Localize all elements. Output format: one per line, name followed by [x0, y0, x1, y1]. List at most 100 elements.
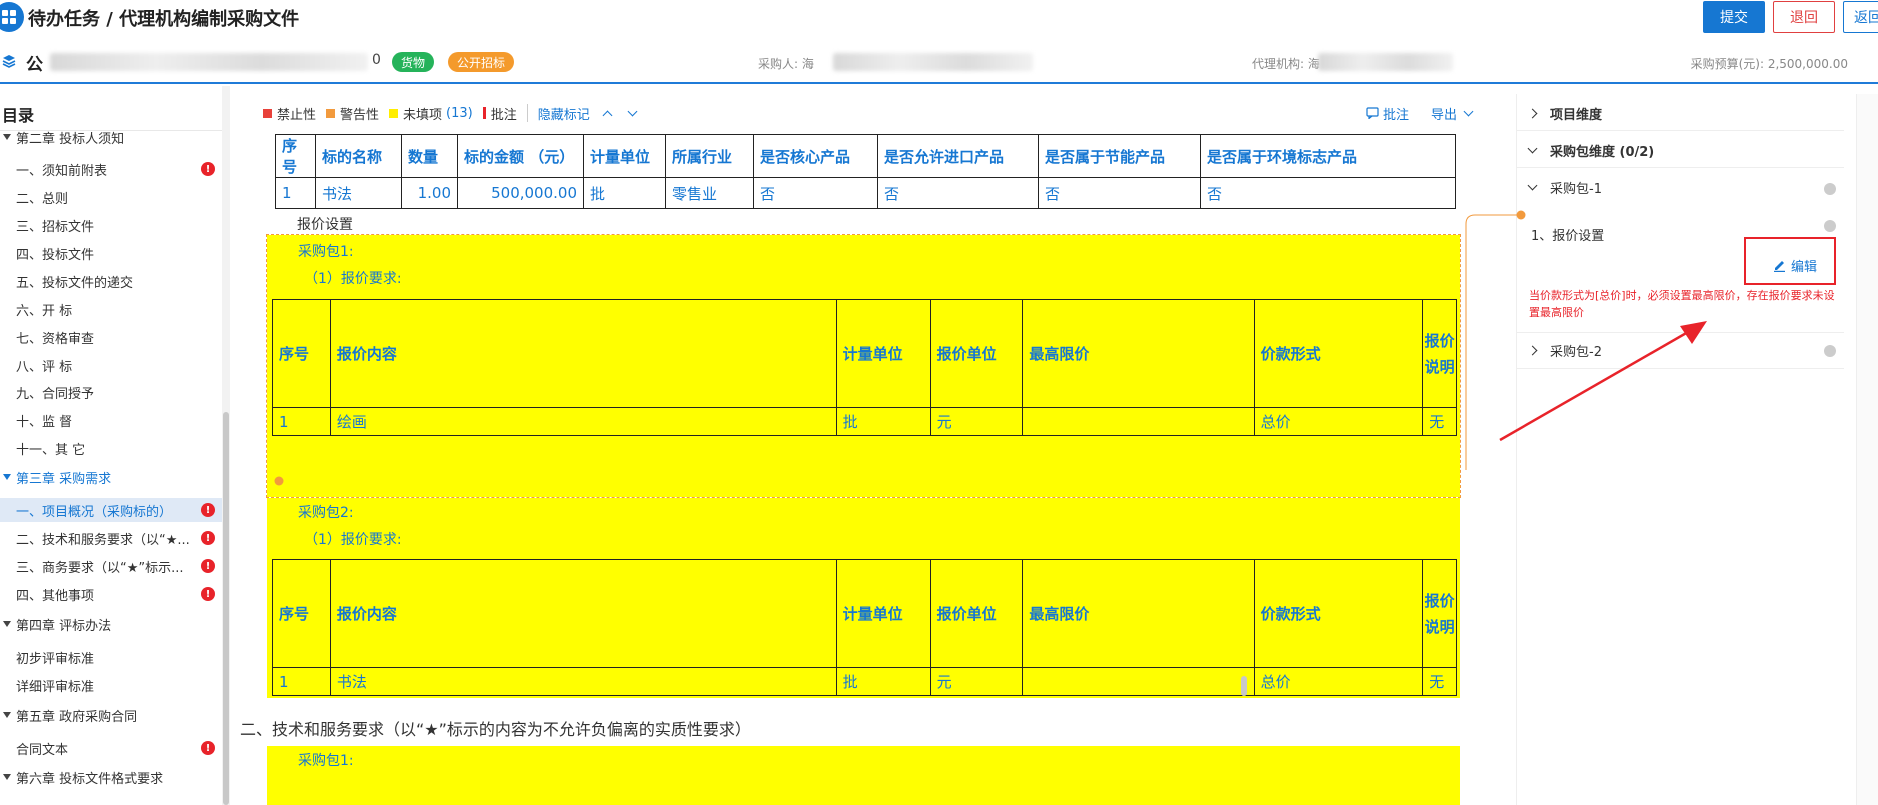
project-info-bar: 公 0 货物 公开招标 采购人: 海 代理机构: 海 采购预算(元): 2,50…	[0, 40, 1878, 84]
table-cell[interactable]: 元	[929, 667, 1024, 696]
toc-chapter[interactable]: 第四章 评标办法	[0, 612, 222, 636]
table-cell[interactable]: 零售业	[665, 177, 754, 209]
table-cell[interactable]: 元	[929, 407, 1024, 436]
toc-chapter[interactable]: 第二章 投标人须知	[0, 125, 222, 149]
package-dimension-toggle[interactable]: 采购包维度 (0/2)	[1527, 139, 1655, 161]
status-dot	[1824, 345, 1836, 357]
legend-item: 禁止性	[263, 104, 316, 123]
sidebar-scroll-thumb[interactable]	[223, 412, 229, 805]
table-row[interactable]: 1 绘画批元 总价无	[272, 407, 1457, 436]
table-cell[interactable]: 总价	[1253, 407, 1424, 436]
toc-item[interactable]: 十、监 督	[0, 408, 222, 432]
chevron-down-icon	[1527, 180, 1538, 190]
legend-swatch	[263, 108, 272, 118]
table-cell[interactable]: 书法	[329, 667, 837, 696]
toc-chapter[interactable]: 第六章 投标文件格式要求	[0, 765, 222, 789]
toc-item[interactable]: 四、其他事项!	[0, 582, 222, 606]
table-cell[interactable]: 1	[272, 667, 331, 696]
toc-item-label: 四、投标文件	[16, 247, 95, 263]
package-1-block[interactable]: 采购包1: （1）报价要求: 序号 报价内容 计量单位 报价单位 最高限价 价款形式 报价说…	[266, 234, 1461, 498]
toc-item[interactable]: 一、项目概况（采购标的）!	[0, 498, 222, 522]
toc-item[interactable]: 七、资格审查	[0, 325, 222, 349]
table-cell[interactable]: 否	[753, 177, 878, 209]
next-mark-button[interactable]	[627, 106, 638, 116]
table-cell[interactable]: 绘画	[329, 407, 837, 436]
toc-item-label: 第四章 评标办法	[16, 618, 112, 634]
table-cell[interactable]: 书法	[315, 177, 402, 209]
table-header-row: 序号 报价内容 计量单位 报价单位 最高限价 价款形式 报价说明	[272, 559, 1457, 668]
package-subtitle: （1）报价要求:	[304, 532, 402, 548]
category-tag: 货物	[392, 52, 435, 72]
package-1-toggle[interactable]: 采购包-1	[1527, 176, 1602, 198]
doc-toolbar: 禁止性 警告性 未填项 (13) 批注 隐藏标记 批注 导出	[240, 94, 1496, 132]
table-cell[interactable]: 总价	[1253, 667, 1424, 696]
package-2-block[interactable]: 采购包2: （1）报价要求: 序号 报价内容 计量单位 报价单位 最高限价 价款形式 报价说…	[267, 498, 1460, 698]
package-2-toggle[interactable]: 采购包-2	[1527, 339, 1602, 361]
price-setting-item[interactable]: 1、报价设置	[1531, 223, 1604, 245]
toc-item[interactable]: 一、须知前附表!	[0, 157, 222, 181]
toc-chapter[interactable]: 第三章 采购需求	[0, 465, 222, 489]
app-grid-icon[interactable]	[0, 2, 24, 32]
table-cell[interactable]: 否	[1200, 177, 1456, 209]
doc-scroll-thumb[interactable]	[1241, 676, 1247, 696]
toc-item-label: 初步评审标准	[16, 651, 95, 667]
table-cell[interactable]: 无	[1422, 407, 1457, 436]
collapsed-side-tabs[interactable]	[1856, 94, 1878, 805]
submit-button[interactable]: 提交	[1703, 1, 1765, 33]
table-cell[interactable]: 1	[275, 177, 316, 209]
table-header-cell: 计量单位	[835, 299, 931, 408]
table-cell[interactable]: 批	[583, 177, 666, 209]
warning-icon: !	[201, 587, 215, 601]
toc-chapter[interactable]: 第五章 政府采购合同	[0, 703, 222, 727]
toc-item[interactable]: 四、投标文件	[0, 241, 222, 265]
toc-item[interactable]: 二、总则	[0, 185, 222, 209]
table-cell[interactable]: 无	[1422, 667, 1457, 696]
package-block[interactable]: 采购包1:	[267, 746, 1460, 805]
edit-label: 编辑	[1791, 260, 1818, 275]
table-header-cell: 是否允许进口产品	[877, 134, 1039, 178]
hide-marks-link[interactable]: 隐藏标记	[538, 104, 590, 123]
table-cell[interactable]	[1022, 407, 1255, 436]
toc-item[interactable]: 详细评审标准	[0, 673, 222, 697]
package-title: 采购包1:	[298, 753, 354, 769]
project-dimension-toggle[interactable]: 项目维度	[1527, 102, 1602, 124]
table-cell[interactable]: 1	[272, 407, 331, 436]
table-cell[interactable]: 否	[1038, 177, 1201, 209]
toc-item[interactable]: 三、商务要求（以“★”标示...!	[0, 554, 222, 578]
package-subtitle: （1）报价要求:	[304, 271, 402, 287]
table-cell[interactable]: 1.00	[401, 177, 458, 209]
toc-item[interactable]: 五、投标文件的递交	[0, 269, 222, 293]
edit-button[interactable]: 编辑	[1773, 256, 1817, 275]
table-row[interactable]: 1 书法批元 总价无	[272, 667, 1457, 696]
toc-item[interactable]: 九、合同授予	[0, 380, 222, 404]
table-cell[interactable]: 否	[877, 177, 1039, 209]
toc-item[interactable]: 六、开 标	[0, 297, 222, 321]
table-cell[interactable]: 批	[835, 407, 931, 436]
back-button[interactable]: 返回	[1843, 1, 1878, 33]
table-header-cell: 序号	[272, 299, 331, 408]
page-title: 待办任务 / 代理机构编制采购文件	[28, 9, 300, 30]
comment-button[interactable]: 批注	[1366, 104, 1409, 123]
prev-mark-button[interactable]	[602, 108, 613, 120]
toc-item[interactable]: 合同文本!	[0, 736, 222, 760]
toc-item[interactable]: 二、技术和服务要求（以“★...!	[0, 526, 222, 550]
table-header-cell: 计量单位	[835, 559, 931, 668]
legend-swatch	[389, 108, 399, 118]
table-row[interactable]: 1 书法 1.00 500,000.00 批零售业否否否否	[275, 177, 1456, 209]
export-dropdown[interactable]: 导出	[1431, 104, 1474, 123]
table-header-cell: 是否属于节能产品	[1038, 134, 1201, 178]
table-cell[interactable]	[1022, 667, 1255, 696]
toc-item[interactable]: 三、招标文件	[0, 213, 222, 237]
table-cell[interactable]: 500,000.00	[457, 177, 584, 209]
toc-item[interactable]: 初步评审标准	[0, 645, 222, 669]
toc-item[interactable]: 十一、其 它	[0, 436, 222, 460]
table-cell[interactable]: 批	[835, 667, 931, 696]
purchaser-label: 采购人: 海	[758, 57, 814, 71]
return-button[interactable]: 退回	[1773, 1, 1835, 33]
toc-item[interactable]: 八、评 标	[0, 353, 222, 377]
toc-item-label: 七、资格审查	[16, 331, 95, 347]
legend-label: 禁止性	[277, 107, 317, 123]
package-dimension-label: 采购包维度 (0/2)	[1550, 144, 1655, 160]
toc-item-label: 一、须知前附表	[16, 163, 108, 179]
table-header-cell: 报价内容	[329, 559, 837, 668]
